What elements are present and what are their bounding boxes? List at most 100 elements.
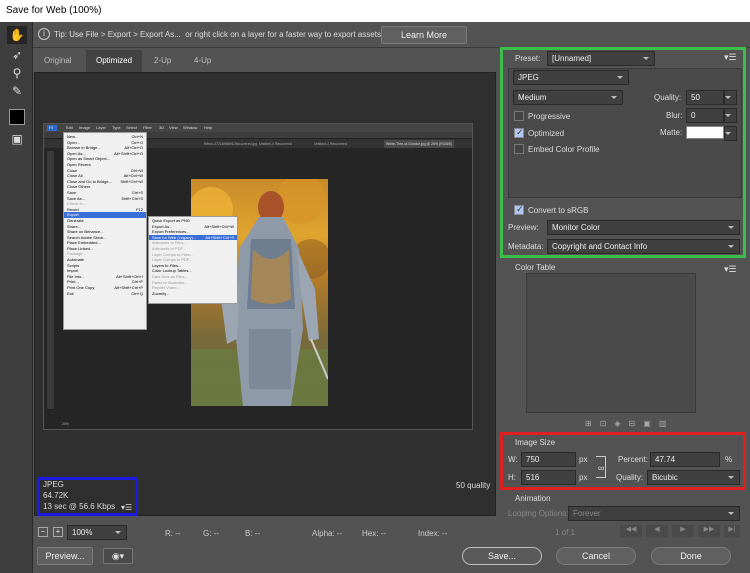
ps-menu-item-shortcut: Alt+Shift+Ctrl+P (114, 285, 143, 291)
ps-menu-item-shortcut: Alt+Ctrl+O (124, 145, 143, 151)
eyedropper-color-swatch[interactable] (9, 109, 25, 125)
percent-unit: % (725, 455, 733, 464)
ps-file-menu: New... Ctrl+N Open... Ctrl+O Browse in Bridg… (63, 132, 147, 330)
height-unit: px (579, 473, 588, 482)
tab-4up[interactable]: 4-Up (184, 50, 221, 72)
readout-b: B: -- (245, 529, 261, 538)
ps-menu-item-label: Export (67, 212, 79, 218)
ps-menu-item-shortcut: Alt+Shift+Ctrl+I (115, 273, 143, 279)
window-title: Save for Web (100%) (0, 0, 750, 22)
readout-hex: Hex: -- (362, 529, 386, 538)
eyedropper-icon[interactable]: ✎ (7, 82, 27, 100)
tab-2up[interactable]: 2-Up (144, 50, 181, 72)
ps-menu-item-label: Share on Behance... (67, 229, 104, 235)
slice-select-icon[interactable]: ➶ (7, 46, 27, 64)
info-menu-icon[interactable]: ▾☰ (121, 503, 132, 512)
quality-dropdown[interactable] (724, 90, 737, 105)
ps-menu-item-label: Layer Comps to Files... (152, 251, 194, 257)
ps-menu-item-label: Browse in Bridge... (67, 145, 101, 151)
matte-swatch[interactable] (686, 126, 724, 139)
ps-menu-item-label: Save (67, 189, 77, 195)
ps-menu-item: Zoomify... (149, 291, 237, 297)
ps-menu-item-label: Exit (67, 290, 74, 296)
ps-menu-item-label: Save for Web (Legacy)... (152, 234, 197, 240)
metadata-select[interactable]: Copyright and Contact Info (547, 239, 740, 254)
ps-menu-item-label: New... (67, 134, 79, 139)
quality-level-select[interactable]: Medium (513, 90, 623, 105)
embed-profile-checkbox[interactable] (514, 144, 524, 154)
constrain-proportions-link-icon[interactable]: ∞ (596, 456, 606, 478)
ps-menu-item-label: Close All (67, 173, 83, 179)
done-button[interactable]: Done (651, 547, 731, 565)
ps-menu-file: Fil (49, 125, 54, 130)
convert-srgb-label: Convert to sRGB (528, 206, 589, 215)
height-input[interactable]: 516 (521, 470, 576, 485)
quality-input[interactable]: 50 (686, 90, 724, 105)
readout-index: Index: -- (418, 529, 448, 538)
last-frame-icon: ▶| (724, 525, 740, 537)
learn-more-button[interactable]: Learn More (381, 26, 467, 44)
view-tabs: Original Optimized 2-Up 4-Up (34, 50, 498, 72)
cancel-button[interactable]: Cancel (556, 547, 636, 565)
zoom-minus-button[interactable]: − (38, 527, 48, 537)
optimized-checkbox[interactable] (514, 127, 524, 138)
preset-select[interactable]: [Unnamed] (547, 51, 655, 66)
width-label: W: (508, 455, 518, 464)
convert-srgb-checkbox[interactable] (514, 204, 524, 215)
first-frame-icon: ◀◀ (620, 525, 642, 537)
ps-doc-tab: Effect-4721698596-Recovered.jpg (204, 142, 258, 146)
ps-status-bar: 25% (62, 422, 70, 426)
format-select[interactable]: JPEG (513, 70, 629, 85)
save-button[interactable]: Save... (462, 547, 542, 565)
format-value: JPEG (518, 73, 539, 82)
blur-input[interactable]: 0 (686, 108, 724, 123)
ps-menu-item-label: Quick Export as PNG (152, 218, 191, 223)
hand-tool-icon[interactable]: ✋ (7, 26, 27, 44)
tab-optimized[interactable]: Optimized (86, 50, 143, 72)
resample-quality-select[interactable]: Bicubic (647, 470, 740, 485)
progressive-checkbox[interactable] (514, 111, 524, 121)
preview-image: Fil Edit Image Layer Type Select Filter … (43, 123, 473, 430)
preview-button[interactable]: Preview... (37, 547, 93, 565)
preview-select[interactable]: Monitor Color (547, 220, 740, 235)
ps-menu-view: View (169, 125, 178, 130)
ps-menu-item-label: Paths to Illustrator... (152, 279, 188, 285)
looping-select: Forever (568, 506, 740, 521)
play-icon: ▶ (672, 525, 694, 537)
color-table-menu-icon[interactable]: ▾☰ (724, 264, 737, 275)
ps-menu-item-label: Open as Smart Object... (67, 156, 110, 162)
width-unit: px (579, 455, 588, 464)
blur-dropdown[interactable] (724, 108, 737, 123)
zoom-plus-button[interactable]: + (53, 527, 63, 537)
tab-original[interactable]: Original (34, 50, 82, 72)
percent-input[interactable]: 47.74 (650, 452, 720, 467)
zoom-level-select[interactable]: 100% (67, 525, 127, 540)
zoom-tool-icon[interactable]: ⚲ (7, 64, 27, 82)
info-icon: i (38, 28, 50, 40)
ps-menu-item-shortcut: F12 (136, 206, 143, 212)
ps-menu-window: Window (183, 125, 198, 130)
ps-menu-item-shortcut: Alt+Shift+Ctrl+O (113, 150, 143, 156)
ps-menu-item-label: Artboards to PDF... (152, 245, 186, 251)
quality-label: Quality: (654, 93, 682, 102)
ps-menubar: Fil Edit Image Layer Type Select Filter … (44, 124, 472, 132)
ps-menu-edit: Edit (66, 125, 73, 130)
color-table-area (526, 273, 696, 413)
animation-title: Animation (515, 494, 551, 503)
matte-dropdown[interactable] (724, 126, 737, 141)
ps-menu-item-label: Export Preferences... (152, 229, 190, 235)
width-input[interactable]: 750 (521, 452, 576, 467)
toggle-slices-icon[interactable]: ▣ (7, 130, 27, 148)
ps-menu-item-label: Revert (67, 206, 79, 212)
optimize-menu-icon[interactable]: ▾☰ (724, 52, 737, 63)
browser-preview-icon[interactable]: ◉▾ (103, 548, 133, 564)
next-frame-icon: ▶▶ (698, 525, 720, 537)
tip-bar: i Tip: Use File > Export > Export As... … (0, 22, 750, 48)
preview-value: Monitor Color (552, 223, 601, 232)
ps-menu-item-label: Close and Go to Bridge... (67, 178, 112, 184)
ps-menu-item-shortcut: Alt+Shift+Ctrl+S (205, 234, 234, 240)
ps-menu-item-label: Share... (67, 223, 82, 229)
ps-menu-item-label: Zoomify... (152, 290, 170, 296)
ps-menu-type: Type (112, 125, 121, 130)
metadata-value: Copyright and Contact Info (552, 242, 648, 251)
